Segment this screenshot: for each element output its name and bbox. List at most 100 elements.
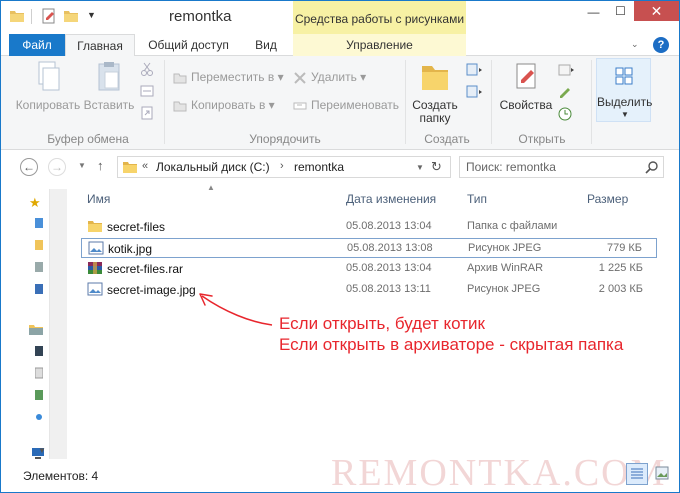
file-date: 05.08.2013 13:04 xyxy=(346,262,432,274)
large-icons-view-icon xyxy=(655,466,669,480)
copy-button[interactable]: Копировать xyxy=(15,60,81,112)
videos-library-icon[interactable] xyxy=(35,345,43,357)
music-library-icon[interactable] xyxy=(35,413,43,421)
file-size: 779 КБ xyxy=(606,242,642,254)
breadcrumb-separator[interactable]: › xyxy=(280,160,284,172)
minimize-button[interactable]: — xyxy=(580,5,607,27)
qat-separator xyxy=(31,9,32,24)
tab-share[interactable]: Общий доступ xyxy=(141,34,236,56)
chevron-down-icon: ▼ xyxy=(621,110,629,119)
recent-places-icon[interactable] xyxy=(35,261,43,273)
search-icon[interactable] xyxy=(645,160,659,174)
back-button[interactable]: ← xyxy=(20,158,38,176)
properties-icon[interactable] xyxy=(41,8,57,24)
open-icon[interactable] xyxy=(557,62,575,78)
downloads-folder-icon[interactable] xyxy=(35,239,43,251)
file-date: 05.08.2013 13:11 xyxy=(346,283,431,295)
address-bar[interactable]: « Локальный диск (C:) › remontka ▼ ↻ xyxy=(117,156,451,178)
breadcrumb-drive[interactable]: Локальный диск (C:) xyxy=(156,160,270,174)
properties-label: Свойства xyxy=(499,98,553,112)
paste-shortcut-icon[interactable] xyxy=(140,106,154,120)
new-folder-icon xyxy=(422,66,448,90)
select-button[interactable]: Выделить ▼ xyxy=(596,58,652,122)
large-icons-view-button[interactable] xyxy=(652,463,674,485)
file-row-secret-files-rar[interactable]: secret-files.rar 05.08.2013 13:04 Архив … xyxy=(81,259,657,279)
tab-view[interactable]: Вид xyxy=(246,34,286,56)
new-folder-button[interactable]: Создать папку xyxy=(409,60,461,125)
tab-file[interactable]: Файл xyxy=(9,34,65,56)
breadcrumb-overflow[interactable]: « xyxy=(142,160,148,172)
favorites-star-icon[interactable]: ★ xyxy=(29,195,41,211)
delete-button[interactable]: Удалить ▾ xyxy=(293,68,366,86)
tab-manage[interactable]: Управление xyxy=(293,34,466,56)
context-tab-title: Средства работы с рисунками xyxy=(293,1,466,34)
easy-access-icon[interactable] xyxy=(465,84,483,100)
tab-home[interactable]: Главная xyxy=(65,34,135,57)
winrar-archive-icon xyxy=(88,262,102,274)
details-view-icon xyxy=(631,468,643,479)
move-to-icon xyxy=(173,73,187,84)
close-button[interactable]: ✕ xyxy=(634,1,679,21)
file-type: Папка с файлами xyxy=(467,220,558,232)
refresh-icon[interactable]: ↻ xyxy=(431,159,442,175)
new-item-icon[interactable] xyxy=(465,62,483,78)
documents-library-icon[interactable] xyxy=(35,367,43,379)
organize-group-label: Упорядочить xyxy=(249,132,321,146)
chevron-down-icon[interactable]: ▼ xyxy=(38,446,46,455)
details-view-button[interactable] xyxy=(626,463,648,485)
copy-path-icon[interactable] xyxy=(140,84,154,98)
forward-button[interactable]: → xyxy=(48,158,66,176)
file-row-kotik-jpg[interactable]: kotik.jpg 05.08.2013 13:08 Рисунок JPEG … xyxy=(81,238,657,258)
up-button[interactable]: ↑ xyxy=(97,158,104,173)
file-size: 2 003 КБ xyxy=(598,283,643,295)
watermark: REMONTKA.COM xyxy=(331,452,667,493)
folder-icon xyxy=(88,221,102,232)
column-header-size[interactable]: Размер xyxy=(587,192,628,206)
file-name: kotik.jpg xyxy=(108,242,153,256)
new-folder-icon[interactable] xyxy=(63,8,79,24)
file-date: 05.08.2013 13:08 xyxy=(347,242,433,254)
file-row-secret-files[interactable]: secret-files 05.08.2013 13:04 Папка с фа… xyxy=(81,217,657,237)
copy-to-button[interactable]: Копировать в ▾ xyxy=(173,96,275,114)
search-box[interactable] xyxy=(459,156,664,178)
address-history-dropdown[interactable]: ▼ xyxy=(416,163,424,172)
rename-button[interactable]: Переименовать xyxy=(293,96,399,114)
edit-icon[interactable] xyxy=(557,84,575,100)
file-row-secret-image-jpg[interactable]: secret-image.jpg 05.08.2013 13:11 Рисуно… xyxy=(81,280,657,300)
folder-icon[interactable] xyxy=(9,8,25,24)
navigation-pane: ★ xyxy=(25,189,49,459)
sort-indicator-icon: ▲ xyxy=(207,183,215,192)
pictures-library-icon[interactable] xyxy=(35,389,43,401)
libraries-icon[interactable] xyxy=(29,323,43,335)
status-bar: REMONTKA.COM Элементов: 4 xyxy=(1,452,679,492)
rename-label: Переименовать xyxy=(311,98,399,112)
navigation-pane-scrollbar[interactable] xyxy=(49,189,67,459)
search-input[interactable] xyxy=(466,159,641,175)
file-type: Архив WinRAR xyxy=(467,262,544,274)
group-separator xyxy=(491,60,492,144)
ribbon-home: Копировать Вставить Буфер обмена Перемес… xyxy=(1,56,679,150)
ribbon-tabs: Файл Главная Общий доступ Вид Управление… xyxy=(1,34,679,57)
help-icon[interactable]: ? xyxy=(653,37,669,53)
properties-button[interactable]: Свойства xyxy=(497,60,555,112)
quick-access-dropdown[interactable]: ▼ xyxy=(87,10,97,26)
copy-icon xyxy=(38,61,60,91)
image-file-icon xyxy=(87,282,103,296)
recent-locations-dropdown[interactable]: ▼ xyxy=(78,161,86,170)
column-header-type[interactable]: Тип xyxy=(467,192,487,206)
file-name: secret-files.rar xyxy=(107,262,184,276)
recent-folder-icon[interactable] xyxy=(35,283,43,295)
chevron-down-icon[interactable]: ⌄ xyxy=(631,39,639,50)
paste-button[interactable]: Вставить xyxy=(83,60,135,112)
properties-icon xyxy=(516,63,536,89)
history-icon[interactable] xyxy=(557,106,575,122)
cut-icon[interactable] xyxy=(140,62,154,76)
file-list: ▲ Имя Дата изменения Тип Размер secret-f… xyxy=(71,183,667,458)
move-to-button[interactable]: Переместить в ▾ xyxy=(173,68,284,86)
delete-label: Удалить xyxy=(311,70,357,84)
column-header-name[interactable]: Имя xyxy=(87,192,110,206)
breadcrumb-folder[interactable]: remontka xyxy=(294,160,344,174)
desktop-icon[interactable] xyxy=(35,217,43,229)
maximize-button[interactable]: ☐ xyxy=(607,4,634,26)
column-header-date[interactable]: Дата изменения xyxy=(346,192,436,206)
